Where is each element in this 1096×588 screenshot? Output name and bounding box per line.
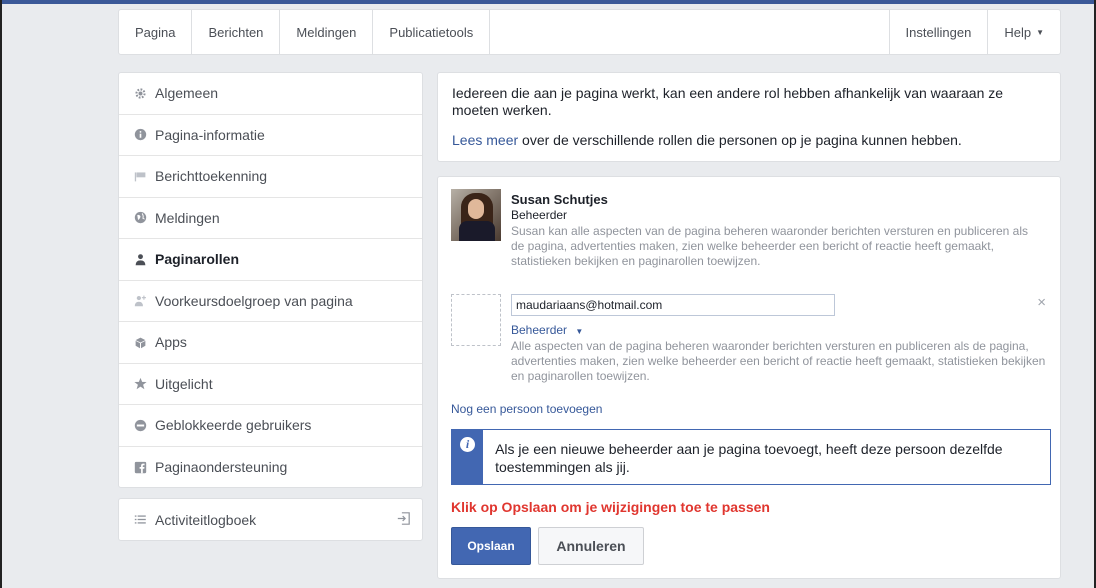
sidebar-item-pagina-informatie[interactable]: Pagina-informatie <box>119 115 422 156</box>
settings-sidebar: Algemeen Pagina-informatie Berichttoeken… <box>118 72 423 488</box>
sidebar-item-voorkeursdoelgroep[interactable]: Voorkeursdoelgroep van pagina <box>119 281 422 322</box>
info-text: Iedereen die aan je pagina werkt, kan ee… <box>452 85 1004 118</box>
role-dropdown[interactable]: Beheerder ▼ <box>511 323 583 337</box>
window-left-border <box>0 0 2 588</box>
avatar[interactable] <box>451 189 501 241</box>
caret-down-icon: ▼ <box>575 327 584 336</box>
page-roles-info: Iedereen die aan je pagina werkt, kan ee… <box>437 72 1061 162</box>
page-top-nav: Pagina Berichten Meldingen Publicatietoo… <box>118 9 1061 55</box>
sidebar-item-algemeen[interactable]: Algemeen <box>119 73 422 115</box>
nav-tab-instellingen[interactable]: Instellingen <box>890 10 989 54</box>
sidebar-item-label: Paginarollen <box>155 251 240 268</box>
admin-notice: i Als je een nieuwe beheerder aan je pag… <box>451 429 1051 485</box>
sidebar-item-uitgelicht[interactable]: Uitgelicht <box>119 364 422 405</box>
open-log-icon[interactable] <box>397 512 410 528</box>
sidebar-item-label: Paginaondersteuning <box>155 459 288 476</box>
read-more-link[interactable]: Lees meer <box>452 132 518 148</box>
page-roles-card: Susan Schutjes Beheerder Susan kan alle … <box>437 176 1061 579</box>
notice-text: Als je een nieuwe beheerder aan je pagin… <box>495 441 1003 475</box>
sidebar-item-paginaondersteuning[interactable]: Paginaondersteuning <box>119 447 422 489</box>
flag-icon <box>133 169 147 183</box>
person-plus-icon <box>133 294 147 308</box>
nav-tab-berichten[interactable]: Berichten <box>192 10 281 54</box>
sidebar-item-meldingen[interactable]: Meldingen <box>119 198 422 239</box>
sidebar-item-label: Pagina-informatie <box>155 126 265 143</box>
sidebar-item-label: Algemeen <box>155 85 219 102</box>
gear-icon <box>133 86 147 100</box>
add-person-link[interactable]: Nog een persoon toevoegen <box>451 402 602 416</box>
nav-tab-meldingen[interactable]: Meldingen <box>280 10 374 54</box>
caret-down-icon: ▼ <box>1036 27 1044 37</box>
remove-person-icon[interactable]: × <box>1037 294 1046 311</box>
new-person-avatar-placeholder <box>451 294 501 346</box>
globe-icon <box>133 211 147 225</box>
blocked-icon <box>133 418 147 432</box>
user-name: Susan Schutjes <box>511 192 608 207</box>
sidebar-item-label: Berichttoekenning <box>155 168 268 185</box>
info-icon <box>133 128 147 142</box>
new-person-email-input[interactable] <box>511 294 835 316</box>
sidebar-item-label: Uitgelicht <box>155 375 213 392</box>
sidebar-item-geblokkeerde-gebruikers[interactable]: Geblokkeerde gebruikers <box>119 405 422 447</box>
sidebar-item-label: Geblokkeerde gebruikers <box>155 417 312 434</box>
activity-log-label: Activiteitlogboek <box>155 511 257 528</box>
nav-help-menu[interactable]: Help ▼ <box>988 10 1060 54</box>
nav-spacer <box>490 10 890 54</box>
sidebar-item-label: Voorkeursdoelgroep van pagina <box>155 292 353 309</box>
sidebar-item-apps[interactable]: Apps <box>119 322 422 364</box>
help-label: Help <box>1004 24 1032 40</box>
list-icon <box>133 513 147 527</box>
nav-tab-pagina[interactable]: Pagina <box>119 10 193 54</box>
user-role: Beheerder <box>511 208 568 222</box>
sidebar-item-label: Meldingen <box>155 209 220 226</box>
notice-bar: i <box>452 430 484 484</box>
user-role-description: Susan kan alle aspecten van de pagina be… <box>511 224 1029 268</box>
role-description: Alle aspecten van de pagina beheren waar… <box>511 339 1046 383</box>
save-warning: Klik op Opslaan om je wijzigingen toe te… <box>451 499 770 515</box>
sidebar-item-paginarollen[interactable]: Paginarollen <box>119 239 422 281</box>
nav-tab-publicatietools[interactable]: Publicatietools <box>373 10 491 54</box>
cancel-button[interactable]: Annuleren <box>538 527 644 565</box>
person-icon <box>133 252 147 266</box>
star-icon <box>133 377 147 391</box>
info-more-line: Lees meer over de verschillende rollen d… <box>452 132 1046 149</box>
role-dropdown-label: Beheerder <box>511 323 568 337</box>
facebook-icon <box>133 460 147 474</box>
window-top-border <box>0 0 1096 4</box>
sidebar-item-label: Apps <box>155 334 187 351</box>
activity-log-link[interactable]: Activiteitlogboek <box>118 498 423 541</box>
info-more-text: over de verschillende rollen die persone… <box>518 132 962 148</box>
box-icon <box>133 335 147 349</box>
info-icon: i <box>460 437 476 452</box>
sidebar-item-berichttoekenning[interactable]: Berichttoekenning <box>119 156 422 198</box>
save-button[interactable]: Opslaan <box>451 527 531 565</box>
